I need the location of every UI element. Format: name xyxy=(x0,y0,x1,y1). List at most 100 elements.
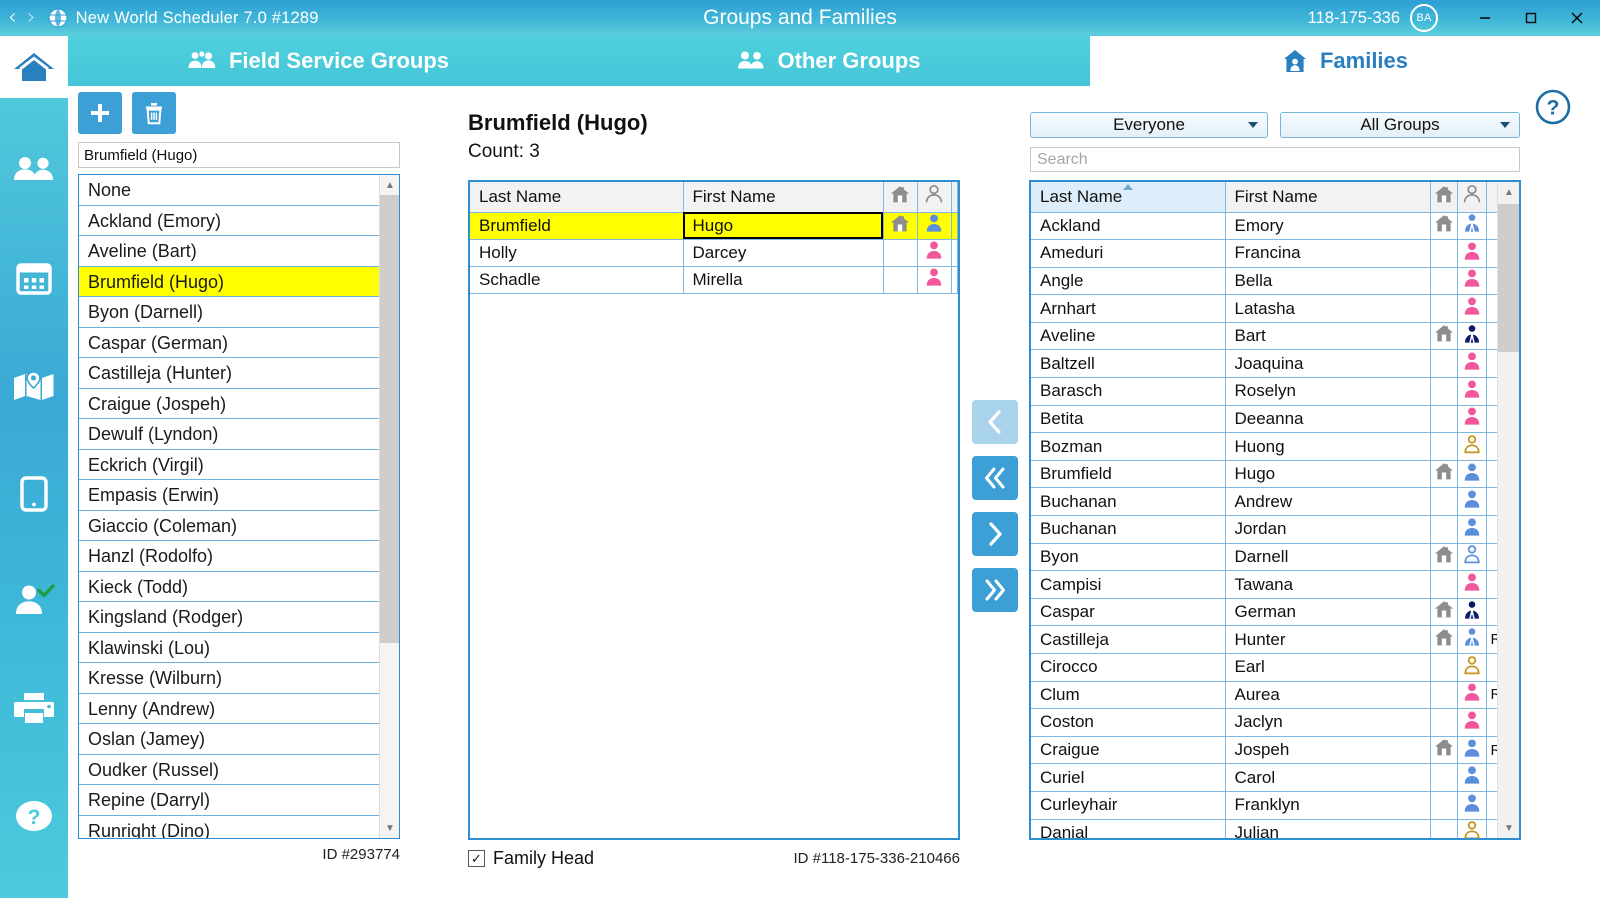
cell-last-name[interactable]: Bozman xyxy=(1031,432,1226,461)
cell-last-name[interactable]: Buchanan xyxy=(1031,487,1226,517)
back-arrow-icon[interactable]: ‹ xyxy=(8,7,17,29)
cell-first-name[interactable]: Latasha xyxy=(1225,294,1431,323)
delete-group-button[interactable] xyxy=(132,92,176,134)
scroll-down-arrow-icon[interactable]: ▼ xyxy=(1498,818,1519,838)
table-row[interactable]: Campisi Tawana xyxy=(1031,570,1519,599)
tab-field-service-groups[interactable]: Field Service Groups xyxy=(68,36,568,86)
avatar[interactable]: BA xyxy=(1410,4,1438,32)
cell-last-name[interactable]: Curleyhair xyxy=(1031,791,1226,820)
cell-last-name[interactable]: Aveline xyxy=(1031,322,1226,351)
table-row[interactable]: Brumfield Hugo xyxy=(470,212,958,240)
list-item[interactable]: Lenny (Andrew) xyxy=(79,694,379,724)
cell-first-name[interactable]: Hugo xyxy=(1225,460,1431,489)
cell-first-name[interactable]: Jaclyn xyxy=(1225,708,1431,737)
table-row[interactable]: Aveline Bart xyxy=(1031,322,1519,351)
list-item[interactable]: Eckrich (Virgil) xyxy=(79,450,379,480)
cell-first-name[interactable]: Darnell xyxy=(1225,543,1431,572)
scroll-up-arrow-icon[interactable]: ▲ xyxy=(380,175,399,195)
sidebar-item-attendance[interactable] xyxy=(0,566,68,634)
cell-first-name[interactable]: Deeanna xyxy=(1225,405,1431,434)
cell-last-name[interactable]: Danial xyxy=(1031,819,1226,838)
move-right-one-button[interactable] xyxy=(972,512,1018,556)
people-grid[interactable]: Last Name First Name Ackland Emory Amedu… xyxy=(1029,180,1521,840)
list-item[interactable]: Ackland (Emory) xyxy=(79,206,379,236)
table-row[interactable]: Baltzell Joaquina xyxy=(1031,349,1519,379)
list-item[interactable]: Castilleja (Hunter) xyxy=(79,358,379,389)
cell-last-name[interactable]: Ackland xyxy=(1031,212,1226,241)
column-header-first-name[interactable]: First Name xyxy=(1225,182,1431,213)
cell-first-name[interactable]: Bella xyxy=(1225,267,1431,296)
list-item[interactable]: Oudker (Russel) xyxy=(79,755,379,785)
forward-arrow-icon[interactable]: › xyxy=(27,7,36,29)
table-row[interactable]: CastillejaHunterRP xyxy=(1031,625,1519,654)
table-row[interactable]: CraigueJospehRP xyxy=(1031,736,1519,765)
list-item[interactable]: Byon (Darnell) xyxy=(79,297,379,328)
cell-last-name[interactable]: Castilleja xyxy=(1031,625,1226,654)
list-item[interactable]: Giaccio (Coleman) xyxy=(79,511,379,541)
cell-last-name[interactable]: Baltzell xyxy=(1031,349,1226,379)
close-button[interactable] xyxy=(1554,0,1600,36)
tab-families[interactable]: Families xyxy=(1090,36,1600,86)
cell-first-name[interactable]: Hunter xyxy=(1225,625,1431,654)
cell-last-name[interactable]: Angle xyxy=(1031,267,1226,296)
filter-groups-dropdown[interactable]: All Groups xyxy=(1280,112,1520,138)
cell-last-name[interactable]: Brumfield xyxy=(1031,460,1226,489)
tab-other-groups[interactable]: Other Groups xyxy=(568,36,1090,86)
cell-first-name[interactable]: Joaquina xyxy=(1225,349,1431,379)
table-row[interactable]: Betita Deeanna xyxy=(1031,405,1519,434)
table-row[interactable]: Buchanan Jordan xyxy=(1031,515,1519,544)
table-row[interactable]: Brumfield Hugo xyxy=(1031,460,1519,489)
list-item[interactable]: Repine (Darryl) xyxy=(79,785,379,816)
table-row[interactable]: Arnhart Latasha xyxy=(1031,294,1519,323)
scroll-up-arrow-icon[interactable]: ▲ xyxy=(1498,182,1519,202)
cell-last-name[interactable]: Schadle xyxy=(470,266,684,294)
table-row[interactable]: Coston Jaclyn xyxy=(1031,708,1519,737)
table-row[interactable]: Schadle Mirella xyxy=(470,266,958,294)
cell-first-name[interactable]: Earl xyxy=(1225,653,1431,682)
groups-list-scrollbar[interactable]: ▲ ▼ xyxy=(379,175,399,838)
sidebar-item-territory-map[interactable] xyxy=(0,352,68,420)
table-row[interactable]: ClumAureaRP xyxy=(1031,681,1519,710)
cell-first-name[interactable]: Carol xyxy=(1225,763,1431,792)
cell-first-name[interactable]: Aurea xyxy=(1225,681,1431,710)
list-item[interactable]: None xyxy=(79,175,379,206)
maximize-button[interactable] xyxy=(1508,0,1554,36)
column-header-person[interactable] xyxy=(1457,182,1487,213)
cell-first-name[interactable]: Huong xyxy=(1225,432,1431,461)
cell-last-name[interactable]: Caspar xyxy=(1031,598,1226,627)
cell-last-name[interactable]: Curiel xyxy=(1031,763,1226,792)
family-head-checkbox-row[interactable]: ✓ Family Head xyxy=(468,848,594,869)
sidebar-item-home[interactable] xyxy=(0,36,68,98)
sidebar-item-help[interactable]: ? xyxy=(0,782,68,850)
list-item[interactable]: Craigue (Jospeh) xyxy=(79,389,379,419)
cell-first-name[interactable]: Francina xyxy=(1225,239,1431,268)
cell-first-name[interactable]: Franklyn xyxy=(1225,791,1431,820)
list-item[interactable]: Aveline (Bart) xyxy=(79,236,379,267)
list-item[interactable]: Hanzl (Rodolfo) xyxy=(79,541,379,572)
cell-last-name[interactable]: Buchanan xyxy=(1031,515,1226,544)
cell-first-name[interactable]: Jospeh xyxy=(1225,736,1431,765)
cell-last-name[interactable]: Clum xyxy=(1031,681,1226,710)
column-header-person[interactable] xyxy=(917,182,952,213)
cell-first-name[interactable]: Tawana xyxy=(1225,570,1431,599)
table-row[interactable]: Caspar German xyxy=(1031,598,1519,627)
column-header-home[interactable] xyxy=(883,182,918,213)
search-input[interactable] xyxy=(1030,147,1520,172)
cell-last-name[interactable]: Betita xyxy=(1031,405,1226,434)
table-row[interactable]: Ameduri Francina xyxy=(1031,239,1519,268)
list-item[interactable]: Kieck (Todd) xyxy=(79,572,379,602)
cell-first-name[interactable]: Andrew xyxy=(1225,487,1431,517)
list-item[interactable]: Kingsland (Rodger) xyxy=(79,602,379,633)
family-head-checkbox[interactable]: ✓ xyxy=(468,850,485,867)
cell-last-name[interactable]: Craigue xyxy=(1031,736,1226,765)
table-row[interactable]: Bozman Huong xyxy=(1031,432,1519,461)
column-header-first-name[interactable]: First Name xyxy=(683,182,884,213)
cell-first-name[interactable]: Hugo xyxy=(683,212,884,240)
cell-last-name[interactable]: Cirocco xyxy=(1031,653,1226,682)
group-name-input[interactable] xyxy=(78,142,400,168)
sidebar-item-publishers[interactable] xyxy=(0,136,68,204)
scrollbar-thumb[interactable] xyxy=(380,195,399,643)
scroll-down-arrow-icon[interactable]: ▼ xyxy=(380,818,399,838)
filter-people-dropdown[interactable]: Everyone xyxy=(1030,112,1268,138)
list-item[interactable]: Empasis (Erwin) xyxy=(79,480,379,511)
